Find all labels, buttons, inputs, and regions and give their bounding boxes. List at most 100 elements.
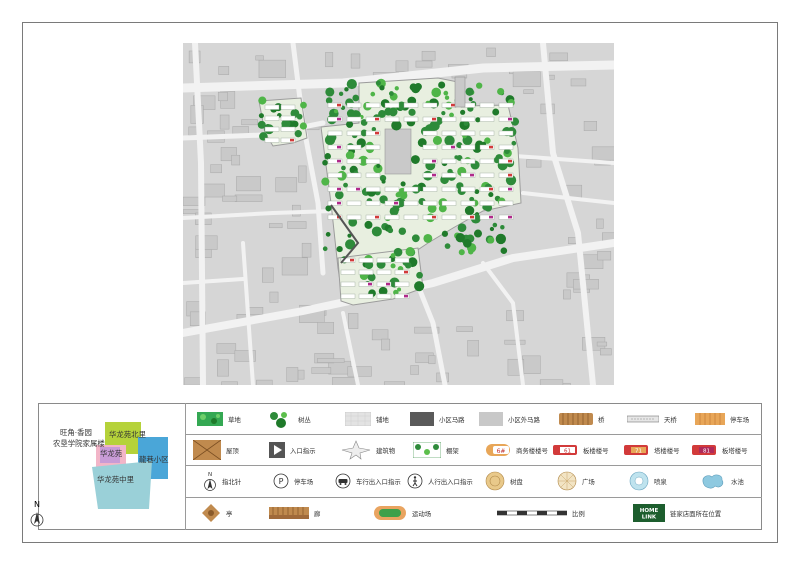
building-number-tag: [508, 215, 512, 219]
tree-canopy: [398, 227, 407, 235]
residential-building: [346, 102, 362, 108]
tree-canopy: [438, 81, 446, 89]
city-block: [311, 367, 332, 374]
residential-building: [460, 130, 476, 136]
legend-item-homelink-store: HOME LINK 链家店面所在位置: [633, 498, 762, 528]
city-block: [221, 381, 238, 385]
tree-canopy: [333, 109, 338, 114]
roof-icon: [193, 440, 221, 460]
residential-building: [346, 144, 362, 150]
city-block: [275, 177, 298, 193]
tree-canopy: [455, 233, 465, 243]
legend-item-structure: 建筑物: [341, 435, 416, 465]
city-block: [256, 379, 273, 385]
residential-building: [394, 281, 410, 287]
building-number-tag: [508, 117, 512, 121]
legend-label: 树盘: [510, 477, 523, 486]
residential-building: [479, 102, 495, 108]
residential-building: [422, 130, 438, 136]
tree-canopy: [400, 181, 406, 187]
residential-building: [460, 200, 476, 206]
legend-item-plaza: 广场: [557, 466, 627, 496]
city-block: [269, 223, 283, 229]
building-number-tag: [470, 173, 474, 177]
city-block: [549, 52, 568, 62]
legend-label: 入口指示: [290, 446, 316, 455]
residential-building: [403, 102, 419, 108]
residential-building: [264, 126, 280, 132]
residential-building: [280, 126, 296, 132]
pedestrian-icon: [407, 473, 423, 489]
tree-canopy: [321, 177, 330, 186]
city-block: [262, 267, 274, 283]
inset-label: 旺角·香园: [60, 428, 92, 437]
tree-canopy: [462, 239, 472, 248]
city-block: [210, 164, 222, 174]
residential-building: [498, 144, 514, 150]
tree-canopy: [449, 112, 454, 118]
building-number-tag: [451, 103, 455, 107]
tree-canopy: [300, 101, 307, 109]
residential-building: [441, 214, 457, 220]
legend-label: 商务楼楼号: [516, 446, 548, 455]
legend-label: 亭: [226, 509, 233, 518]
legend-label: 停车场: [294, 477, 314, 486]
tree-canopy: [444, 95, 450, 100]
city-block: [258, 59, 286, 78]
building-number-tag: [508, 187, 512, 191]
building-number-tag: [337, 117, 341, 121]
residential-building: [365, 186, 381, 192]
legend-item-pavilion: 亭: [201, 498, 271, 528]
tree-canopy: [454, 155, 459, 160]
residential-building: [327, 130, 343, 136]
city-block: [583, 121, 597, 131]
north-label: N: [34, 500, 40, 509]
legend-label: 链家店面所在位置: [670, 509, 722, 518]
grass-swatch-icon: [197, 412, 223, 426]
residential-building: [346, 172, 362, 178]
building-number-tag: [404, 294, 408, 298]
residential-building: [340, 293, 356, 299]
building-number-tag: [489, 187, 493, 191]
tree-canopy: [391, 120, 402, 131]
building-number-tag: [432, 117, 436, 121]
residential-building: [479, 200, 495, 206]
tree-canopy: [408, 108, 416, 116]
pavilion-icon: [202, 504, 220, 522]
tree-canopy: [492, 108, 500, 116]
residential-building: [340, 269, 356, 275]
city-block: [381, 338, 391, 351]
location-inset: 旺角·香园 农垦学院家属楼 华龙苑北里 华龙苑 龍巷小区 华龙苑中里: [40, 405, 182, 509]
inset-label: 华龙苑北里: [109, 430, 146, 439]
legend-item-commercial-bldg-number: 6# 商务楼楼号: [485, 435, 557, 465]
residential-building: [346, 130, 362, 136]
building-number-tag: [404, 270, 408, 274]
building-number-tag: [508, 159, 512, 163]
tree-canopy: [371, 226, 382, 237]
city-block: [286, 367, 299, 382]
tree-canopy: [457, 223, 467, 233]
structure-star-icon: [341, 440, 371, 460]
city-block: [317, 322, 335, 334]
residential-building: [376, 269, 392, 275]
svg-text:P: P: [279, 477, 284, 486]
tree-canopy: [468, 97, 473, 102]
residential-building: [460, 158, 476, 164]
city-block: [563, 289, 571, 300]
residential-building: [498, 130, 514, 136]
city-block: [231, 154, 241, 166]
tree-canopy: [325, 87, 335, 97]
city-block: [428, 355, 436, 365]
legend-item-parking: P 停车场: [273, 466, 343, 496]
residential-building: [264, 104, 280, 110]
city-block: [317, 358, 345, 363]
city-block: [522, 355, 541, 374]
residential-building: [280, 115, 296, 121]
tree-canopy: [405, 246, 415, 257]
city-block: [347, 366, 372, 377]
legend-label: 运动场: [412, 509, 432, 518]
city-block: [269, 291, 279, 303]
tree-canopy: [322, 246, 328, 252]
building-number-tag: [432, 159, 436, 163]
site-plan-svg: [183, 43, 614, 385]
